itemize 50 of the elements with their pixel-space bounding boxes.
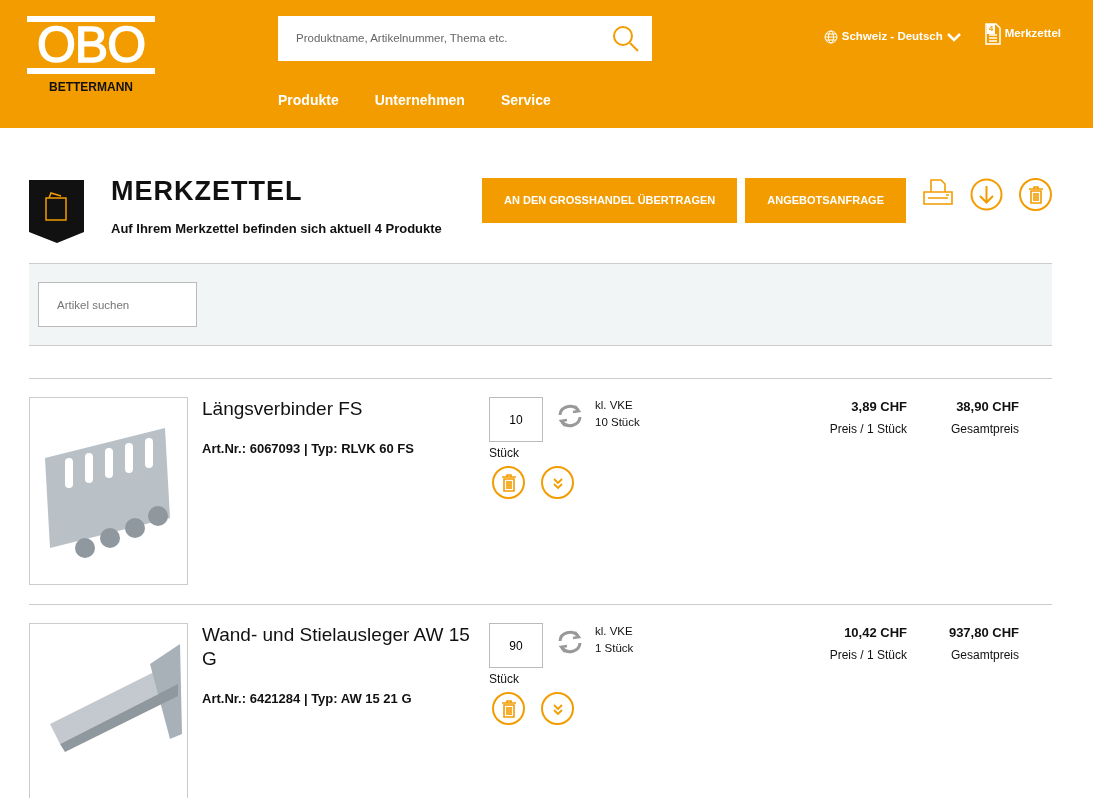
product-name[interactable]: Längsverbinder FS	[202, 397, 482, 421]
action-button[interactable]: ANGEBOTSANFRAGE	[745, 178, 906, 223]
globe-icon	[823, 29, 838, 44]
logo[interactable]: OBO	[27, 16, 155, 74]
unit-price-label: Preis / 1 Stück	[828, 420, 907, 438]
delete-button[interactable]	[492, 466, 525, 499]
nav-link[interactable]: Service	[500, 90, 551, 111]
search-field[interactable]: Artikel suchen	[38, 282, 197, 327]
trash-icon	[500, 473, 517, 492]
page-title: MERKZETTEL	[111, 178, 304, 205]
double-chevron-down-icon	[550, 475, 565, 490]
count-badge: 4	[986, 24, 996, 34]
total-price: 937,80 CHF	[947, 624, 1019, 642]
language-selector[interactable]: Schweiz - Deutsch	[823, 28, 961, 46]
vke-label: kl. VKE	[595, 398, 634, 413]
chevron-down-icon	[946, 31, 961, 42]
unit-price-label: Preis / 1 Stück	[828, 646, 907, 664]
trash-icon	[1027, 185, 1044, 204]
vke-label: kl. VKE	[595, 624, 634, 639]
watchlist-link[interactable]: 4 Merkzettel	[984, 23, 1061, 45]
total-price: 38,90 CHF	[955, 398, 1019, 416]
product-details: Art.Nr.: 6067093 | Typ: RLVK 60 FS	[202, 440, 415, 458]
search-bar[interactable]: Produktname, Artikelnummer, Thema etc.	[278, 16, 652, 61]
unit-label: Stück	[489, 445, 520, 462]
expand-button[interactable]	[541, 466, 574, 499]
product-name[interactable]: Wand- und Stielausleger AW 15 G	[202, 623, 482, 671]
action-button[interactable]: AN DEN GROSSHANDEL ÜBERTRAGEN	[482, 178, 738, 223]
double-chevron-down-icon	[550, 701, 565, 716]
nav-link[interactable]: Produkte	[278, 90, 339, 111]
download-icon[interactable]	[970, 178, 1003, 211]
document-icon	[984, 23, 1001, 45]
delete-button[interactable]	[492, 692, 525, 725]
logo-subtitle: BETTERMANN	[48, 79, 134, 96]
unit-label: Stück	[489, 671, 520, 688]
vke-value: 10 Stück	[595, 415, 641, 431]
total-price-label: Gesamtpreis	[949, 420, 1019, 438]
unit-price: 3,89 CHF	[850, 398, 907, 416]
page-subtitle: Auf Ihrem Merkzettel befinden sich aktuell 4 Produkte	[111, 220, 442, 238]
quantity-field[interactable]: 10	[489, 397, 543, 442]
quantity-field[interactable]: 90	[489, 623, 543, 668]
search-icon[interactable]	[612, 24, 640, 53]
bookmark-icon	[29, 180, 84, 243]
trash-icon	[500, 699, 517, 718]
product-details: Art.Nr.: 6421284 | Typ: AW 15 21 G	[202, 690, 413, 708]
delete-all-button[interactable]	[1019, 178, 1052, 211]
expand-button[interactable]	[541, 692, 574, 725]
total-price-label: Gesamtpreis	[949, 646, 1019, 664]
nav-link[interactable]: Unternehmen	[374, 90, 465, 111]
unit-price: 10,42 CHF	[843, 624, 907, 642]
vke-value: 1 Stück	[595, 641, 635, 657]
